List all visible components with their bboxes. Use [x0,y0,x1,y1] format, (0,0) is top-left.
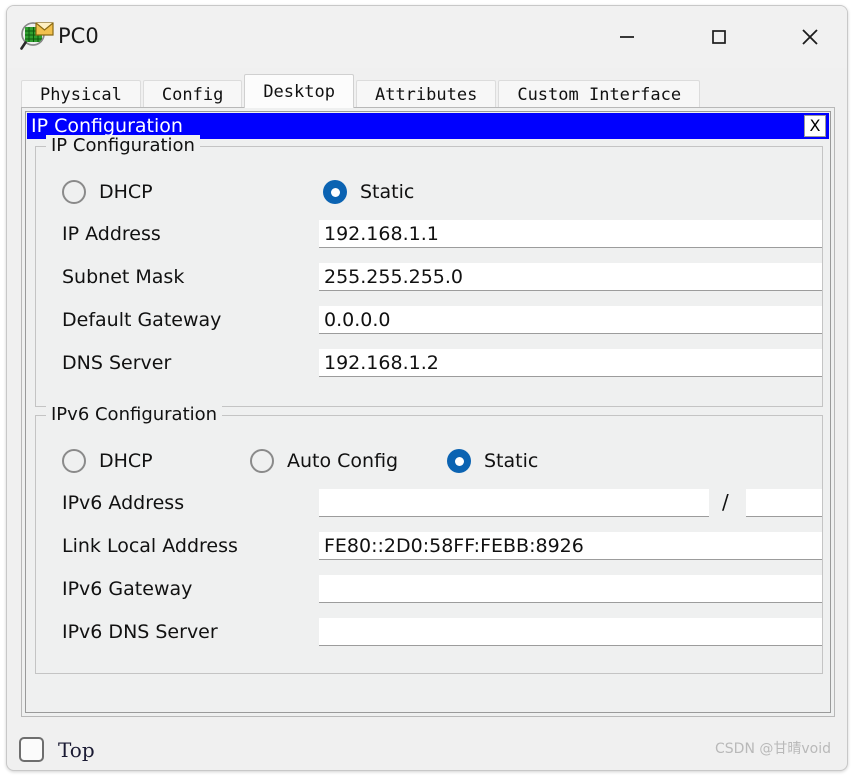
input-default-gateway[interactable] [319,306,822,334]
ipv6-group-title: IPv6 Configuration [46,404,223,425]
tab-config[interactable]: Config [142,80,243,108]
ipv4-mode-dhcp[interactable]: DHCP [62,180,153,204]
ipv6-auto-config-radio[interactable] [250,449,274,473]
minimize-icon[interactable] [604,14,650,60]
tab-custom-interface[interactable]: Custom Interface [498,80,701,108]
ipv6-configuration-group: IPv6 Configuration DHCP Auto Config Stat… [35,404,823,674]
input-subnet-mask[interactable] [319,263,822,291]
label-default-gateway: Default Gateway [62,309,222,331]
ipv4-static-label: Static [360,181,415,203]
window-titlebar: PC0 [7,6,847,68]
tab-attributes[interactable]: Attributes [355,80,497,108]
top-checkbox-row[interactable]: Top [19,737,95,762]
desktop-panel: IP Configuration X IP Configuration DHCP… [21,107,835,717]
ipv4-group-title: IP Configuration [46,135,200,156]
window-title: PC0 [58,24,99,48]
pc0-window: PC0 Physical Config Desktop Attributes C… [6,5,848,771]
ipv4-dhcp-radio[interactable] [62,180,86,204]
ipv6-dhcp-radio[interactable] [62,449,86,473]
tab-physical[interactable]: Physical [21,80,141,108]
ipv6-dhcp-label: DHCP [99,450,153,472]
ipv4-mode-static[interactable]: Static [323,180,414,204]
watermark: CSDN @甘晴void [715,741,831,757]
label-dns-server: DNS Server [62,352,172,374]
label-link-local-address: Link Local Address [62,535,238,557]
ipv6-auto-config-label: Auto Config [287,450,399,472]
dialog-close-button[interactable]: X [804,115,826,137]
ipv6-mode-auto-config[interactable]: Auto Config [250,449,398,473]
ipv4-static-radio[interactable] [323,180,347,204]
top-checkbox-label: Top [58,737,95,762]
tab-bar: Physical Config Desktop Attributes Custo… [21,74,702,108]
top-checkbox[interactable] [19,737,44,762]
ip-configuration-dialog: IP Configuration X IP Configuration DHCP… [25,111,831,713]
ipv4-dhcp-label: DHCP [99,181,153,203]
label-ipv6-dns-server: IPv6 DNS Server [62,621,218,643]
input-ipv6-address[interactable] [319,489,709,517]
input-ipv6-gateway[interactable] [319,575,822,603]
ipv6-static-label: Static [484,450,539,472]
input-ipv6-dns-server[interactable] [319,618,822,646]
maximize-icon[interactable] [696,14,742,60]
ipv6-prefix-separator: / [722,490,729,514]
ipv6-static-radio[interactable] [447,449,471,473]
input-dns-server[interactable] [319,349,822,377]
label-ipv6-address: IPv6 Address [62,492,185,514]
tab-desktop[interactable]: Desktop [244,74,354,108]
label-ipv6-gateway: IPv6 Gateway [62,578,193,600]
ipv6-mode-dhcp[interactable]: DHCP [62,449,153,473]
input-ipv6-prefix-length[interactable] [746,489,822,517]
pc-device-icon [19,18,55,54]
input-ip-address[interactable] [319,220,822,248]
label-ip-address: IP Address [62,223,161,245]
ipv6-mode-static[interactable]: Static [447,449,538,473]
label-subnet-mask: Subnet Mask [62,266,185,288]
input-link-local-address[interactable] [319,532,822,560]
ipv4-configuration-group: IP Configuration DHCP Static IP Address … [35,135,823,407]
close-icon[interactable] [787,14,833,60]
